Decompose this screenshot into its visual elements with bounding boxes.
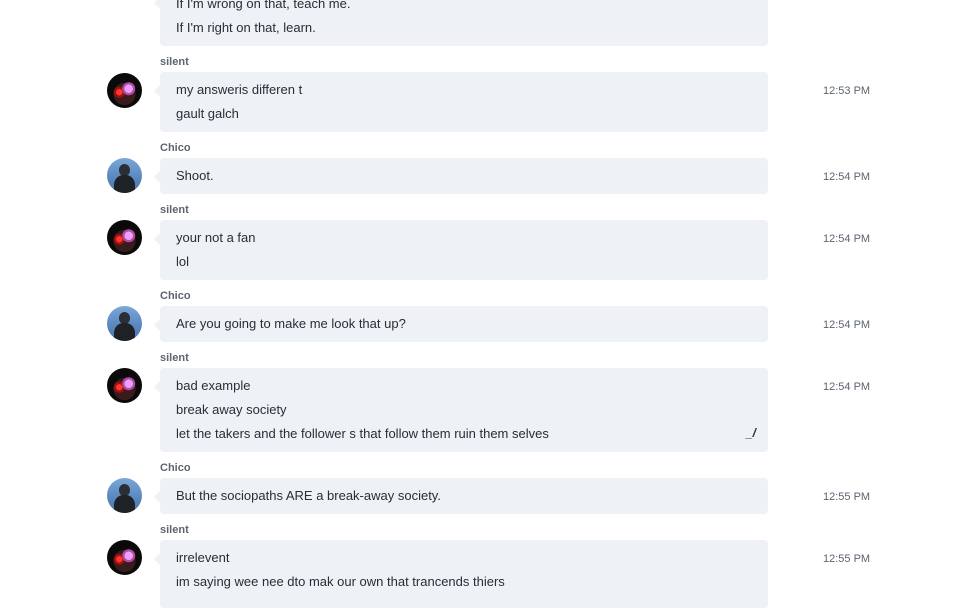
message-timestamp: 12:55 PM — [823, 553, 871, 565]
author-name[interactable]: silent — [160, 352, 189, 364]
message-timestamp: 12:54 PM — [823, 171, 871, 183]
author-name[interactable]: Chico — [160, 462, 191, 474]
message-line: lol — [176, 254, 190, 269]
message-bubble[interactable]: irrelevent im saying wee nee dto mak our… — [154, 540, 768, 608]
message-line: Shoot. — [176, 168, 214, 183]
message-line: irrelevent — [176, 550, 230, 565]
message-timestamp: 12:55 PM — [823, 491, 871, 503]
author-name[interactable]: silent — [160, 204, 189, 216]
message-bubble[interactable]: Shoot. — [154, 158, 768, 194]
avatar[interactable] — [107, 158, 142, 193]
message-line: But the sociopaths ARE a break-away soci… — [176, 488, 441, 503]
author-name[interactable]: Chico — [160, 290, 191, 302]
message-line: gault galch — [176, 106, 239, 121]
message-timestamp: 12:54 PM — [823, 381, 871, 393]
message-line: If I'm right on that, learn. — [176, 20, 316, 35]
message-bubble[interactable]: bad example break away society let the t… — [154, 368, 768, 452]
avatar[interactable] — [107, 368, 142, 403]
author-name[interactable]: silent — [160, 524, 189, 536]
message-bubble[interactable]: my answeris differen t gault galch — [154, 72, 768, 132]
avatar[interactable] — [107, 478, 142, 513]
avatar[interactable] — [107, 306, 142, 341]
edit-pencil-icon[interactable]: _/ — [746, 426, 756, 440]
message-line: bad example — [176, 378, 251, 393]
avatar-body-shape — [114, 495, 135, 513]
avatar[interactable] — [107, 540, 142, 575]
message-line: let the takers and the follower s that f… — [176, 426, 549, 441]
message-line: If I'm wrong on that, teach me. — [176, 0, 351, 11]
message-timestamp: 12:54 PM — [823, 233, 871, 245]
avatar-body-shape — [114, 323, 135, 341]
message-timestamp: 12:54 PM — [823, 319, 871, 331]
message-line: your not a fan — [176, 230, 256, 245]
author-name[interactable]: silent — [160, 56, 189, 68]
message-bubble[interactable]: But the sociopaths ARE a break-away soci… — [154, 478, 768, 514]
message-line: my answeris differen t — [176, 82, 303, 97]
avatar-body-shape — [114, 175, 135, 193]
message-timestamp: 12:53 PM — [823, 85, 871, 97]
avatar[interactable] — [107, 73, 142, 108]
message-bubble[interactable]: If I'm wrong on that, teach me. If I'm r… — [154, 0, 768, 46]
message-bubble[interactable]: Are you going to make me look that up? — [154, 306, 768, 342]
message-line: break away society — [176, 402, 287, 417]
message-bubble[interactable]: your not a fan lol — [154, 220, 768, 280]
message-line: Are you going to make me look that up? — [176, 316, 406, 331]
author-name[interactable]: Chico — [160, 142, 191, 154]
message-line: im saying wee nee dto mak our own that t… — [176, 574, 505, 589]
chat-message-list[interactable]: If I'm wrong on that, teach me. If I'm r… — [0, 0, 979, 608]
avatar[interactable] — [107, 220, 142, 255]
